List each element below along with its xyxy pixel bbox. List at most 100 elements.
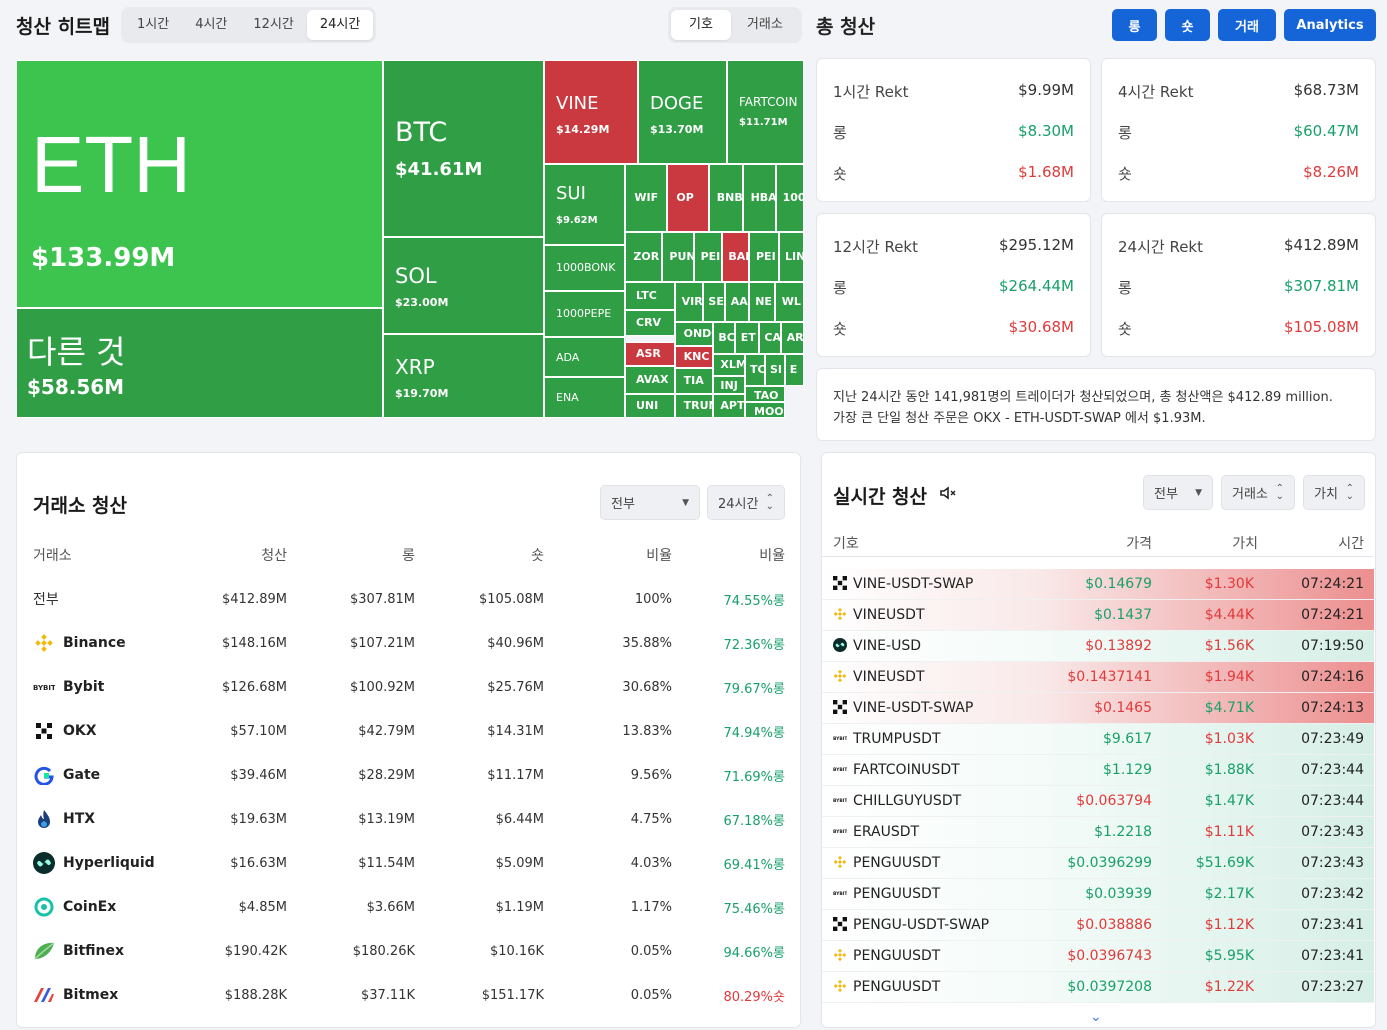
heatmap-tile[interactable]: 다른 것 $58.56M <box>16 308 383 418</box>
okx-icon <box>833 917 847 931</box>
heatmap-tile[interactable]: BC <box>713 322 735 354</box>
tab-4h[interactable]: 4시간 <box>182 10 240 40</box>
heatmap-tile[interactable]: XLM <box>713 354 745 376</box>
col-exchange[interactable]: 거래소 <box>33 533 183 577</box>
heatmap-tile[interactable]: OP <box>667 164 709 232</box>
tab-exchange[interactable]: 거래소 <box>731 10 799 40</box>
exchange-row[interactable]: Hyperliquid $16.63M $11.54M $5.09M 4.03% 69.4… <box>33 841 785 885</box>
exchange-row[interactable]: Bitfinex $190.42K $180.26K $10.16K 0.05% 94.6… <box>33 929 785 973</box>
rt-row[interactable]: VINE-USD $0.13892 $1.56K 07:19:50 <box>822 631 1374 662</box>
heatmap-tile[interactable]: LIN <box>779 232 804 282</box>
heatmap-tile[interactable]: SUI $9.62M <box>544 164 625 245</box>
short-button[interactable]: 숏 <box>1165 9 1210 41</box>
rt-row[interactable]: BYBIT ERAUSDT $1.2218 $1.11K 07:23:43 <box>822 817 1374 848</box>
tab-12h[interactable]: 12시간 <box>240 10 306 40</box>
heatmap-tile[interactable]: KNC <box>675 346 713 368</box>
heatmap-tile[interactable]: ZOR <box>625 232 662 282</box>
mute-icon[interactable] <box>938 483 958 507</box>
heatmap-tile[interactable]: ET <box>735 322 759 354</box>
heatmap-tile[interactable]: TAO <box>745 386 785 402</box>
caret-down-icon: ▼ <box>1195 487 1202 498</box>
heatmap-tile[interactable]: HBA <box>743 164 776 232</box>
heatmap-tile[interactable]: 1000BONK <box>544 245 625 291</box>
heatmap-tile[interactable]: INJ <box>713 376 745 394</box>
heatmap-tile[interactable]: SI <box>765 354 785 386</box>
rt-row[interactable]: VINEUSDT $0.1437141 $1.94K 07:24:16 <box>822 662 1374 693</box>
heatmap-tile[interactable]: WL <box>775 282 804 322</box>
exchange-row[interactable]: HTX $19.63M $13.19M $6.44M 4.75% 67.18%롱 <box>33 797 785 841</box>
heatmap-tile[interactable]: BAI <box>722 232 749 282</box>
exchange-filter-select[interactable]: 전부 ▼ <box>600 485 700 520</box>
rt-row[interactable]: BYBIT TRUMPUSDT $9.617 $1.03K 07:23:49 <box>822 724 1374 755</box>
heatmap-tile[interactable]: AA <box>725 282 749 322</box>
heatmap-tile[interactable]: FARTCOIN $11.71M <box>727 60 804 164</box>
rt-filter-value[interactable]: 가치 ⌃ ⌄ <box>1303 475 1365 510</box>
heatmap-tile[interactable]: 100 <box>776 164 804 232</box>
heatmap-tile[interactable]: VINE $14.29M <box>544 60 638 164</box>
exchange-row[interactable]: CoinEx $4.85M $3.66M $1.19M 1.17% 75.46%롱 <box>33 885 785 929</box>
analytics-button[interactable]: Analytics <box>1284 9 1376 41</box>
exchange-row[interactable]: BYBIT Bybit $126.68M $100.92M $25.76M 30.68% 7… <box>33 665 785 709</box>
heatmap-tile[interactable]: LTC <box>625 282 675 310</box>
heatmap-tile[interactable]: ONDO <box>675 322 713 346</box>
heatmap-tile[interactable]: ADA <box>544 337 625 377</box>
rt-row[interactable]: VINE-USDT-SWAP $0.1465 $4.71K 07:24:13 <box>822 693 1374 724</box>
rt-row[interactable]: BYBIT CHILLGUYUSDT $0.063794 $1.47K 07:23:44 <box>822 786 1374 817</box>
heatmap-tile[interactable]: APT <box>713 394 745 418</box>
col-long[interactable]: 롱 <box>287 533 415 577</box>
exchange-row[interactable]: Bitmex $188.28K $37.11K $151.17K 0.05% 80.29%… <box>33 973 785 1017</box>
tab-symbol[interactable]: 기호 <box>671 10 731 40</box>
tab-1h[interactable]: 1시간 <box>124 10 182 40</box>
rt-row[interactable]: VINE-USDT-SWAP $0.14679 $1.30K 07:24:21 <box>822 569 1374 600</box>
heatmap-tile[interactable]: SOL $23.00M <box>383 237 544 334</box>
heatmap-tile[interactable]: SEI <box>703 282 725 322</box>
heatmap-tile[interactable]: PUN <box>662 232 694 282</box>
heatmap-tile[interactable]: PEI <box>749 232 779 282</box>
rt-row[interactable]: PENGUUSDT $0.0397208 $1.22K 07:23:27 <box>822 972 1374 1003</box>
heatmap-tile[interactable]: ENA <box>544 377 625 418</box>
heatmap-tile[interactable]: CA <box>759 322 781 354</box>
rt-row[interactable]: PENGU-USDT-SWAP $0.038886 $1.12K 07:23:41 <box>822 910 1374 941</box>
heatmap-tile[interactable]: BTC $41.61M <box>383 60 544 237</box>
exchange-row[interactable]: OKX $57.10M $42.79M $14.31M 13.83% 74.94%롱 <box>33 709 785 753</box>
heatmap-tile[interactable]: TC <box>745 354 765 386</box>
exchange-row[interactable]: Binance $148.16M $107.21M $40.96M 35.88% 72.3… <box>33 621 785 665</box>
chevron-down-icon[interactable]: ⌄ <box>1090 1009 1102 1025</box>
tab-24h[interactable]: 24시간 <box>306 10 374 40</box>
col-ratio[interactable]: 비율 <box>544 533 672 577</box>
col-liquidation[interactable]: 청산 <box>183 533 287 577</box>
heatmap-tile[interactable]: PEI <box>694 232 722 282</box>
heatmap-tile[interactable]: WIF <box>625 164 667 232</box>
heatmap-tile[interactable]: ASR <box>625 342 675 366</box>
exchange-row[interactable]: 전부 $412.89M $307.81M $105.08M 100% 74.55%롱 <box>33 577 785 621</box>
exchange-period-select[interactable]: 24시간 ⌃ ⌄ <box>707 485 785 520</box>
exchange-row[interactable]: Gate $39.46M $28.29M $11.17M 9.56% 71.69%롱 <box>33 753 785 797</box>
rt-row[interactable]: VINEUSDT $0.1437 $4.44K 07:24:21 <box>822 600 1374 631</box>
heatmap-tile[interactable]: TIA <box>675 368 713 394</box>
heatmap-tile[interactable]: NE <box>749 282 775 322</box>
rt-filter-all[interactable]: 전부 ▼ <box>1143 475 1213 510</box>
heatmap-tile[interactable]: XRP $19.70M <box>383 334 544 418</box>
trade-button[interactable]: 거래 <box>1218 9 1276 41</box>
heatmap-tile[interactable]: ETH $133.99M <box>16 60 383 308</box>
heatmap-tile[interactable]: VIR <box>675 282 703 322</box>
heatmap-tile[interactable]: TRUN <box>675 394 713 418</box>
rt-row[interactable]: BYBIT FARTCOINUSDT $1.129 $1.88K 07:23:44 <box>822 755 1374 786</box>
heatmap-tile[interactable]: CRV <box>625 310 675 336</box>
heatmap-tile[interactable]: AR <box>781 322 804 354</box>
heatmap-tile[interactable]: E <box>785 354 804 386</box>
col-short[interactable]: 숏 <box>415 533 544 577</box>
rt-row[interactable]: BYBIT PENGUUSDT $0.03939 $2.17K 07:23:42 <box>822 879 1374 910</box>
rt-filter-exchange[interactable]: 거래소 ⌃ ⌄ <box>1221 475 1295 510</box>
rekt-value: $68.73M <box>1293 81 1359 99</box>
long-button[interactable]: 롱 <box>1112 9 1157 41</box>
heatmap-tile[interactable]: MOO <box>745 402 785 418</box>
heatmap-tile[interactable]: UNI <box>625 394 675 418</box>
rt-row[interactable]: PENGUUSDT $0.0396743 $5.95K 07:23:41 <box>822 941 1374 972</box>
heatmap-tile[interactable]: BNB <box>709 164 743 232</box>
heatmap-tile[interactable]: DOGE $13.70M <box>638 60 727 164</box>
heatmap-tile[interactable]: 1000PEPE <box>544 291 625 337</box>
col-side-ratio[interactable]: 비율 <box>672 533 785 577</box>
rt-row[interactable]: PENGUUSDT $0.0396299 $51.69K 07:23:43 <box>822 848 1374 879</box>
heatmap-tile[interactable]: AVAX <box>625 366 675 394</box>
